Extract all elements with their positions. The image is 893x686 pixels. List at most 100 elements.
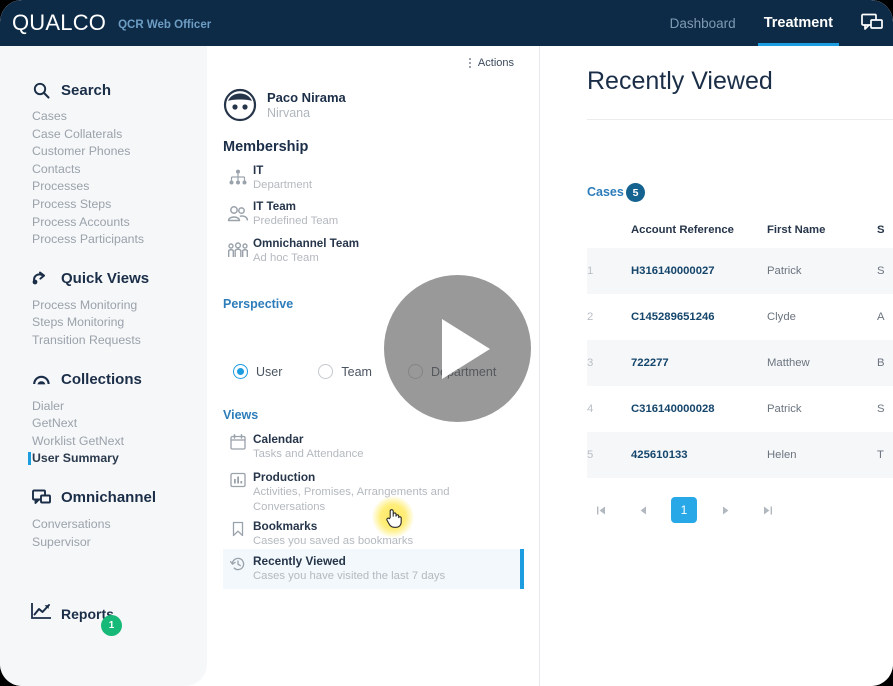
sidebar-item-steps-monitoring[interactable]: Steps Monitoring bbox=[0, 314, 207, 332]
last-name-cell: B bbox=[877, 340, 893, 386]
page-title: Recently Viewed bbox=[587, 67, 773, 96]
row-index: 1 bbox=[587, 248, 631, 294]
actions-label: Actions bbox=[478, 57, 514, 69]
pagination-last-button[interactable] bbox=[753, 496, 781, 524]
account-reference-link[interactable]: H316140000027 bbox=[631, 265, 715, 277]
sidebar-group-search: Search bbox=[30, 80, 207, 100]
play-button[interactable] bbox=[384, 275, 531, 422]
sidebar-item-process-monitoring[interactable]: Process Monitoring bbox=[0, 297, 207, 315]
radio-dot-selected-icon bbox=[233, 364, 248, 379]
first-name-cell: Patrick bbox=[767, 386, 877, 432]
sidebar-item-process-participants[interactable]: Process Participants bbox=[0, 231, 207, 249]
bar-chart-icon bbox=[223, 470, 253, 488]
divider bbox=[587, 119, 893, 120]
sidebar-group-quick-views: Quick Views bbox=[30, 269, 207, 289]
people-icon bbox=[223, 242, 253, 260]
row-index: 5 bbox=[587, 432, 631, 478]
view-title: Production bbox=[253, 470, 468, 485]
org-chart-icon bbox=[223, 169, 253, 187]
sidebar-item-case-collaterals[interactable]: Case Collaterals bbox=[0, 126, 207, 144]
sidebar-item-worklist-getnext[interactable]: Worklist GetNext bbox=[0, 433, 207, 451]
account-reference-link[interactable]: C145289651246 bbox=[631, 311, 715, 323]
table-row[interactable]: 2 C145289651246 Clyde A bbox=[587, 294, 893, 340]
table-row[interactable]: 5 425610133 Helen T bbox=[587, 432, 893, 478]
sidebar-item-process-accounts[interactable]: Process Accounts bbox=[0, 214, 207, 232]
view-title: Calendar bbox=[253, 432, 364, 447]
user-name: Paco Nirama bbox=[267, 90, 346, 105]
user-subtitle: Nirvana bbox=[267, 105, 346, 121]
cases-table: Account Reference First Name S 1 H316140… bbox=[587, 218, 893, 478]
sidebar-item-processes[interactable]: Processes bbox=[0, 178, 207, 196]
membership-subtitle: Ad hoc Team bbox=[253, 251, 359, 265]
cases-count-badge: 5 bbox=[626, 183, 645, 202]
last-name-cell: A bbox=[877, 294, 893, 340]
radio-label: User bbox=[256, 365, 282, 379]
nav-item-treatment[interactable]: Treatment bbox=[750, 0, 847, 46]
recently-viewed-panel: Recently Viewed Cases 5 Account Referenc… bbox=[541, 46, 893, 686]
pagination-first-button[interactable] bbox=[587, 496, 615, 524]
view-item-recently-viewed[interactable]: Recently Viewed Cases you have visited t… bbox=[223, 549, 524, 589]
table-row[interactable]: 4 C316140000028 Patrick S bbox=[587, 386, 893, 432]
radio-perspective-team[interactable]: Team bbox=[318, 364, 372, 379]
views-heading: Views bbox=[223, 408, 258, 422]
bookmark-icon bbox=[223, 519, 253, 537]
chart-line-icon bbox=[31, 602, 53, 625]
actions-button[interactable]: Actions bbox=[461, 52, 522, 74]
view-subtitle: Tasks and Attendance bbox=[253, 447, 364, 462]
table-row[interactable]: 3 722277 Matthew B bbox=[587, 340, 893, 386]
quick-views-icon bbox=[30, 269, 52, 289]
account-reference-link[interactable]: 722277 bbox=[631, 357, 669, 369]
collections-icon bbox=[30, 370, 52, 390]
history-clock-icon bbox=[223, 554, 253, 572]
radio-perspective-user[interactable]: User bbox=[233, 364, 282, 379]
membership-item-it[interactable]: IT Department bbox=[223, 164, 312, 192]
view-subtitle: Activities, Promises, Arrangements and C… bbox=[253, 485, 468, 514]
view-title: Recently Viewed bbox=[253, 554, 445, 569]
pagination-next-button[interactable] bbox=[711, 496, 739, 524]
column-header-last-name[interactable]: S bbox=[877, 218, 893, 248]
table-row[interactable]: 1 H316140000027 Patrick S bbox=[587, 248, 893, 294]
sidebar-item-conversations[interactable]: Conversations bbox=[0, 516, 207, 534]
membership-title: IT Team bbox=[253, 200, 338, 214]
membership-item-omnichannel-team[interactable]: Omnichannel Team Ad hoc Team bbox=[223, 237, 359, 265]
pagination-prev-button[interactable] bbox=[629, 496, 657, 524]
last-name-cell: S bbox=[877, 248, 893, 294]
sidebar-group-collections: Collections bbox=[30, 370, 207, 390]
sidebar-item-supervisor[interactable]: Supervisor bbox=[0, 534, 207, 552]
account-reference-link[interactable]: 425610133 bbox=[631, 449, 688, 461]
view-item-calendar[interactable]: Calendar Tasks and Attendance bbox=[223, 427, 524, 467]
sidebar-item-transition-requests[interactable]: Transition Requests bbox=[0, 332, 207, 350]
nav-item-dashboard[interactable]: Dashboard bbox=[656, 0, 750, 46]
user-avatar-icon bbox=[223, 88, 257, 122]
membership-item-it-team[interactable]: IT Team Predefined Team bbox=[223, 200, 338, 228]
column-header-account-reference[interactable]: Account Reference bbox=[631, 218, 767, 248]
sidebar-item-getnext[interactable]: GetNext bbox=[0, 415, 207, 433]
first-name-cell: Clyde bbox=[767, 294, 877, 340]
row-index: 4 bbox=[587, 386, 631, 432]
pagination: 1 bbox=[587, 496, 781, 524]
perspective-heading: Perspective bbox=[223, 297, 293, 311]
group-icon bbox=[223, 205, 253, 223]
sidebar-item-cases[interactable]: Cases bbox=[0, 108, 207, 126]
sidebar-item-customer-phones[interactable]: Customer Phones bbox=[0, 143, 207, 161]
first-name-cell: Patrick bbox=[767, 248, 877, 294]
table-header: Account Reference First Name S bbox=[587, 218, 893, 248]
sidebar-item-process-steps[interactable]: Process Steps bbox=[0, 196, 207, 214]
account-reference-link[interactable]: C316140000028 bbox=[631, 403, 715, 415]
chat-icon[interactable] bbox=[847, 13, 893, 33]
radio-dot-icon bbox=[318, 364, 333, 379]
column-header-first-name[interactable]: First Name bbox=[767, 218, 877, 248]
brand-subtitle: QCR Web Officer bbox=[118, 15, 211, 31]
calendar-icon bbox=[223, 432, 253, 450]
pagination-page-1[interactable]: 1 bbox=[671, 497, 697, 523]
first-name-cell: Helen bbox=[767, 432, 877, 478]
sidebar-item-contacts[interactable]: Contacts bbox=[0, 161, 207, 179]
membership-subtitle: Department bbox=[253, 178, 312, 192]
sidebar-group-label: Search bbox=[61, 82, 111, 99]
top-bar: QUALCO QCR Web Officer Dashboard Treatme… bbox=[0, 0, 893, 46]
sidebar-item-dialer[interactable]: Dialer bbox=[0, 398, 207, 416]
sidebar-item-user-summary[interactable]: User Summary bbox=[0, 450, 207, 468]
membership-subtitle: Predefined Team bbox=[253, 214, 338, 228]
column-header-index bbox=[587, 218, 631, 248]
left-sidebar: Search Cases Case Collaterals Customer P… bbox=[0, 46, 207, 686]
